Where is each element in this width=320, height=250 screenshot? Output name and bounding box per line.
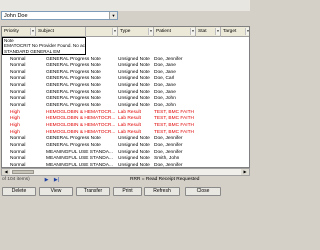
column-header-stat[interactable]: Stat ▼ [196,27,221,37]
action-toolbar: Delete View Transfer Print Refresh Close [0,187,250,197]
next-page-icon[interactable]: ▶ [42,176,51,184]
column-header-blank[interactable]: ▼ [86,27,118,37]
filter-dropdown-icon[interactable]: ▼ [112,28,117,35]
last-page-icon[interactable]: ▶| [52,176,61,184]
record-count: of 104 items) [2,177,30,182]
column-header-patient[interactable]: Patient ▼ [154,27,196,37]
subject-autocomplete-popup: Note EMATOCRIT No Provider Found. No acc… [2,37,86,55]
scrollbar-thumb[interactable] [12,170,34,174]
scroll-right-icon[interactable]: ▶ [241,169,249,175]
messages-grid: Priority ▼ Subject ▼ Type ▼ Patient ▼ St… [1,26,250,168]
popup-item[interactable]: EMATOCRIT No Provider Found. No accnt nu… [3,43,85,48]
horizontal-scrollbar[interactable]: ◀ ▶ [1,168,250,176]
refresh-button[interactable]: Refresh [144,187,180,196]
legend-rrr: RRR = Read Receipt Requested [130,177,200,182]
column-header-target[interactable]: Target ▼ [221,27,249,37]
transfer-button[interactable]: Transfer [76,187,110,196]
scroll-left-icon[interactable]: ◀ [2,169,10,175]
popup-item[interactable]: STANDARD GENERAL EM [3,49,85,54]
bottom-panel [0,198,250,250]
filter-dropdown-icon[interactable]: ▼ [30,28,35,35]
column-header-type[interactable]: Type ▼ [118,27,154,37]
status-bar: of 104 items) ▶ ▶| RRR = Read Receipt Re… [0,176,250,185]
chevron-down-icon[interactable]: ▼ [109,12,117,19]
view-button[interactable]: View [39,187,73,196]
filter-dropdown-icon[interactable]: ▼ [148,28,153,35]
patient-selector-value: John Doe [4,13,28,19]
column-header-subject[interactable]: Subject [36,27,86,37]
patient-selector[interactable]: John Doe ▼ [1,11,118,20]
filter-dropdown-icon[interactable]: ▼ [245,28,249,35]
grid-header: Priority ▼ Subject ▼ Type ▼ Patient ▼ St… [2,27,249,37]
close-button[interactable]: Close [185,187,221,196]
print-button[interactable]: Print [113,187,142,196]
filter-dropdown-icon[interactable]: ▼ [190,28,195,35]
column-header-priority[interactable]: Priority ▼ [2,27,36,37]
top-strip [0,0,250,11]
delete-button[interactable]: Delete [2,187,36,196]
filter-dropdown-icon[interactable]: ▼ [215,28,220,35]
